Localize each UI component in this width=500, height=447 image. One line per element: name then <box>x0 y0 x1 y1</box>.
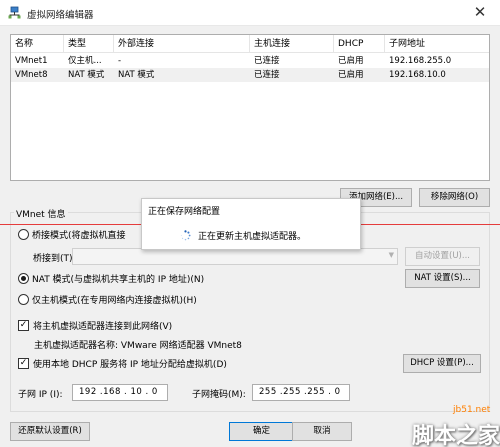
watermark-site: jb51.net <box>453 405 491 415</box>
cell-type: NAT 模式 <box>68 70 105 80</box>
progress-dialog-title: 正在保存网络配置 <box>148 207 221 217</box>
use-dhcp-label[interactable]: 使用本地 DHCP 服务将 IP 地址分配给虚拟机(D) <box>33 357 227 370</box>
cell-dhcp: 已启用 <box>338 56 364 66</box>
subnet-mask-label: 子网掩码(M): <box>192 390 246 400</box>
table-row[interactable]: VMnet8 NAT 模式 NAT 模式 已连接 已启用 192.168.10.… <box>11 68 489 82</box>
bridged-to-select[interactable]: ▼ <box>72 248 398 265</box>
subnet-ip-input[interactable]: 192 .168 . 10 . 0 <box>72 384 168 401</box>
cell-host: 已连接 <box>254 70 280 80</box>
column-header-dhcp[interactable]: DHCP <box>334 35 385 53</box>
cell-external: NAT 模式 <box>118 70 155 80</box>
cell-external: - <box>118 56 122 66</box>
subnet-mask-input[interactable]: 255 .255 .255 . 0 <box>252 384 350 401</box>
column-header-subnet[interactable]: 子网地址 <box>385 35 489 53</box>
cell-name: VMnet1 <box>15 56 48 66</box>
connect-adapter-label[interactable]: 将主机虚拟适配器连接到此网络(V) <box>33 319 172 332</box>
title-bar: 虚拟网络编辑器 ✕ <box>0 0 500 26</box>
use-dhcp-checkbox[interactable]: ✓ <box>18 358 29 369</box>
column-header-name[interactable]: 名称 <box>11 35 64 53</box>
close-icon: ✕ <box>473 3 487 21</box>
list-header: 名称 类型 外部连接 主机连接 DHCP 子网地址 <box>11 35 489 53</box>
cell-subnet: 192.168.10.0 <box>389 70 446 80</box>
column-header-type[interactable]: 类型 <box>64 35 114 53</box>
connect-adapter-checkbox[interactable]: ✓ <box>18 320 29 331</box>
cancel-button[interactable]: 取消 <box>292 422 352 441</box>
watermark-brand: 脚本之家 <box>412 423 500 447</box>
subnet-ip-label: 子网 IP (I): <box>18 390 63 400</box>
ok-button[interactable]: 确定 <box>229 422 294 441</box>
bridged-mode-radio[interactable] <box>18 229 29 240</box>
cell-host: 已连接 <box>254 56 280 66</box>
host-only-label[interactable]: 仅主机模式(在专用网络内连接虚拟机)(H) <box>32 293 197 306</box>
close-button[interactable]: ✕ <box>460 0 500 26</box>
restore-defaults-button[interactable]: 还原默认设置(R) <box>10 422 90 441</box>
dhcp-settings-button[interactable]: DHCP 设置(P)... <box>403 354 481 373</box>
bridged-to-label: 桥接到(T): <box>33 254 76 264</box>
cell-dhcp: 已启用 <box>338 70 364 80</box>
adapter-name-label: 主机虚拟适配器名称: VMware 网络适配器 VMnet8 <box>34 341 242 351</box>
column-header-external[interactable]: 外部连接 <box>114 35 250 53</box>
cell-type: 仅主机... <box>68 56 102 66</box>
nat-mode-label[interactable]: NAT 模式(与虚拟机共享主机的 IP 地址)(N) <box>32 272 204 285</box>
network-editor-icon <box>8 6 21 19</box>
network-list[interactable]: 名称 类型 外部连接 主机连接 DHCP 子网地址 VMnet1 仅主机... … <box>10 34 490 181</box>
remove-network-button[interactable]: 移除网络(O) <box>419 188 490 207</box>
cell-subnet: 192.168.255.0 <box>389 56 452 66</box>
auto-settings-button[interactable]: 自动设置(U)... <box>405 247 480 266</box>
cell-name: VMnet8 <box>15 70 48 80</box>
progress-message: 正在更新主机虚拟适配器。 <box>198 232 307 242</box>
window-title: 虚拟网络编辑器 <box>27 10 94 21</box>
nat-mode-radio[interactable] <box>18 273 29 284</box>
progress-dialog: 正在保存网络配置 正在更新主机虚拟适配器。 <box>141 198 361 250</box>
host-only-radio[interactable] <box>18 294 29 305</box>
nat-settings-button[interactable]: NAT 设置(S)... <box>405 269 480 288</box>
bridged-mode-label[interactable]: 桥接模式(将虚拟机直接 <box>32 228 126 241</box>
table-row[interactable]: VMnet1 仅主机... - 已连接 已启用 192.168.255.0 <box>11 54 489 68</box>
column-header-host[interactable]: 主机连接 <box>250 35 334 53</box>
spinner-icon <box>180 230 191 241</box>
vmnet-info-label: VMnet 信息 <box>14 207 68 220</box>
chevron-down-icon: ▼ <box>388 251 394 259</box>
